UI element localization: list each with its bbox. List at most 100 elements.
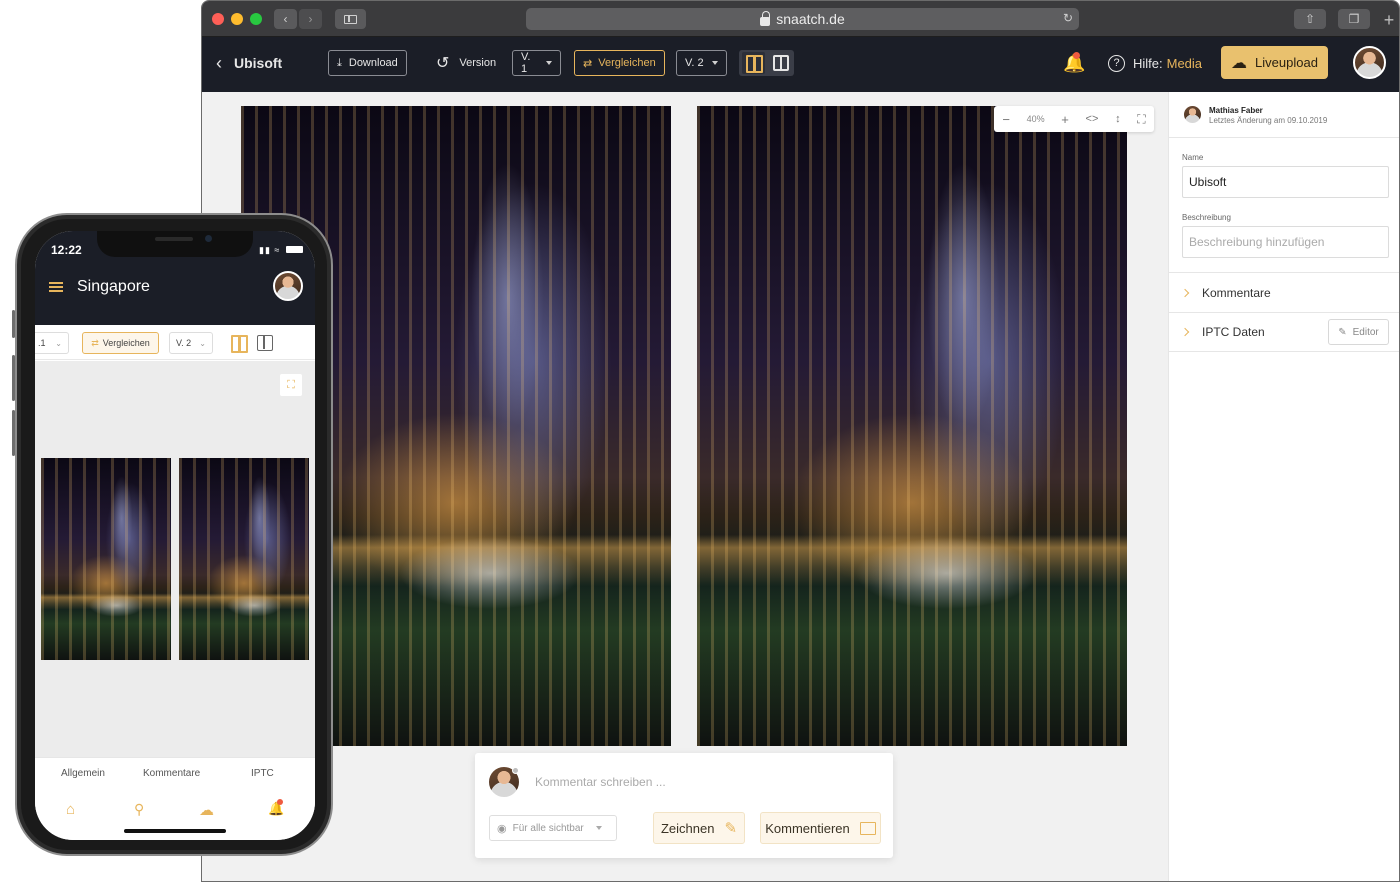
fullscreen-icon[interactable]: ⛶ <box>280 374 302 396</box>
tab-iptc[interactable]: IPTC <box>251 768 274 779</box>
version-label: Version <box>459 57 497 69</box>
cloud-upload-icon[interactable]: ☁ <box>199 801 217 819</box>
tab-kommentare[interactable]: Kommentare <box>143 768 200 779</box>
pencil-icon: ✎ <box>1338 326 1347 338</box>
compare-icon: ⇄ <box>583 57 593 70</box>
version-b-select[interactable]: V. 2 <box>676 50 727 76</box>
cloud-upload-icon: ☁ <box>1231 54 1248 72</box>
signal-wifi-icon: ▮▮ ≈ <box>259 245 281 255</box>
comments-accordion[interactable]: Kommentare <box>1169 272 1399 312</box>
comment-input[interactable]: Kommentar schreiben ... <box>535 775 666 789</box>
phone-header: 12:22 ▮▮ ≈ Singapore <box>35 231 315 325</box>
phone-split-view-button[interactable] <box>257 335 273 351</box>
new-tab-icon[interactable]: + <box>1379 10 1399 30</box>
zoom-out-icon[interactable]: − <box>1002 112 1010 127</box>
iptc-accordion[interactable]: IPTC Daten ✎ Editor <box>1169 312 1399 352</box>
sidebar-toggle-icon[interactable] <box>335 9 366 29</box>
reload-icon[interactable]: ↻ <box>1063 11 1073 25</box>
editor-button[interactable]: ✎ Editor <box>1328 319 1389 345</box>
status-time: 12:22 <box>51 243 82 257</box>
download-label: Download <box>348 57 398 69</box>
phone-controls: .1 ⌄ ⇄ Vergleichen V. 2 ⌄ <box>35 325 315 360</box>
name-field[interactable]: Ubisoft <box>1182 166 1389 198</box>
download-button[interactable]: ⤓ Download <box>328 50 407 76</box>
description-field[interactable]: Beschreibung hinzufügen <box>1182 226 1389 258</box>
help-link[interactable]: ? Hilfe: Media <box>1108 50 1202 76</box>
phone-compare-label: Vergleichen <box>102 338 150 348</box>
pencil-icon: ✎ <box>724 820 738 837</box>
phone-version-a-select[interactable]: .1 ⌄ <box>35 332 69 354</box>
split-view-button[interactable] <box>769 52 792 74</box>
fullscreen-icon[interactable]: ⛶ <box>1137 112 1145 127</box>
description-label: Beschreibung <box>1182 213 1231 222</box>
draw-button[interactable]: Zeichnen ✎ <box>653 812 745 844</box>
comment-label: Kommentieren <box>765 820 850 836</box>
history-icon: ↺ <box>436 55 450 72</box>
back-button[interactable]: ‹ Ubisoft <box>216 50 282 76</box>
phone-image-version-2[interactable] <box>179 458 309 660</box>
zoom-controls: − 40% + <> ↕ ⛶ <box>994 106 1154 132</box>
view-toggle <box>739 50 794 76</box>
phone-user-avatar[interactable] <box>273 271 303 301</box>
home-icon[interactable]: ⌂ <box>66 801 84 819</box>
app-toolbar: ‹ Ubisoft ⤓ Download ↺ Version V. 1 ⇄ Ve… <box>202 37 1399 92</box>
compare-button[interactable]: ⇄ Vergleichen <box>574 50 665 76</box>
version-a-select[interactable]: V. 1 <box>512 50 561 76</box>
side-by-side-view-button[interactable] <box>742 52 765 74</box>
phone-volume-button <box>12 410 15 456</box>
share-icon[interactable]: ⇧ <box>1294 9 1326 29</box>
chevron-down-icon <box>595 826 602 830</box>
chevron-down-icon: ⌄ <box>55 338 62 348</box>
browser-titlebar: ‹ › snaatch.de ↻ ⇧ ❐ + <box>202 1 1399 37</box>
phone-version-b-select[interactable]: V. 2 ⌄ <box>169 332 213 354</box>
search-icon[interactable]: ⚲ <box>134 801 152 819</box>
address-bar[interactable]: snaatch.de ↻ <box>526 8 1079 30</box>
forward-nav-icon[interactable]: › <box>299 9 322 29</box>
iptc-row-label: IPTC Daten <box>1202 325 1265 339</box>
minimize-window-button[interactable] <box>231 13 243 25</box>
notification-bell-icon[interactable]: 🔔 <box>268 799 286 819</box>
help-icon: ? <box>1108 54 1125 72</box>
pan-horizontal-icon[interactable]: <> <box>1086 113 1099 125</box>
lock-icon <box>760 10 771 26</box>
phone-bottom-nav: ⌂ ⚲ ☁ 🔔 <box>35 789 315 840</box>
online-status-dot <box>512 767 519 774</box>
version-history[interactable]: ↺ Version <box>436 50 496 76</box>
liveupload-button[interactable]: ☁ Liveupload <box>1221 46 1328 79</box>
version-a-value: V. 1 <box>521 51 531 75</box>
comments-row-label: Kommentare <box>1202 285 1271 300</box>
maximize-window-button[interactable] <box>250 13 262 25</box>
compare-label: Vergleichen <box>598 57 656 69</box>
editor-label: Editor <box>1352 326 1379 338</box>
tabs-overview-icon[interactable]: ❐ <box>1338 9 1370 29</box>
zoom-in-icon[interactable]: + <box>1061 112 1069 127</box>
user-avatar[interactable] <box>1353 46 1386 79</box>
phone-device: 12:22 ▮▮ ≈ Singapore .1 ⌄ ⇄ Vergleichen … <box>12 213 333 856</box>
compare-icon: ⇄ <box>91 337 99 348</box>
comment-button[interactable]: Kommentieren <box>760 812 881 844</box>
phone-volume-button <box>12 355 15 401</box>
close-window-button[interactable] <box>212 13 224 25</box>
version-b-value: V. 2 <box>685 57 704 69</box>
menu-icon[interactable] <box>49 282 63 292</box>
phone-compare-button[interactable]: ⇄ Vergleichen <box>82 332 159 354</box>
draw-label: Zeichnen <box>660 820 715 836</box>
notification-bell-icon[interactable]: 🔔 <box>1063 50 1085 76</box>
chevron-down-icon <box>712 61 718 65</box>
phone-version-b-value: V. 2 <box>176 338 192 348</box>
image-version-2[interactable] <box>697 106 1127 746</box>
help-media-link[interactable]: Media <box>1167 56 1202 71</box>
split-view-icon <box>772 55 789 71</box>
back-nav-icon[interactable]: ‹ <box>274 9 297 29</box>
globe-icon: ◉ <box>497 822 507 835</box>
project-title: Ubisoft <box>234 55 283 71</box>
chevron-left-icon: ‹ <box>216 52 222 73</box>
tab-allgemein[interactable]: Allgemein <box>61 768 105 779</box>
visibility-select[interactable]: ◉ Für alle sichtbar <box>489 815 617 841</box>
help-prefix: Hilfe: <box>1133 55 1163 71</box>
split-view-icon <box>257 335 273 351</box>
phone-image-version-1[interactable] <box>41 458 171 660</box>
phone-side-by-side-button[interactable] <box>231 335 248 353</box>
pan-vertical-icon[interactable]: ↕ <box>1115 113 1121 125</box>
side-by-side-icon <box>745 55 763 73</box>
